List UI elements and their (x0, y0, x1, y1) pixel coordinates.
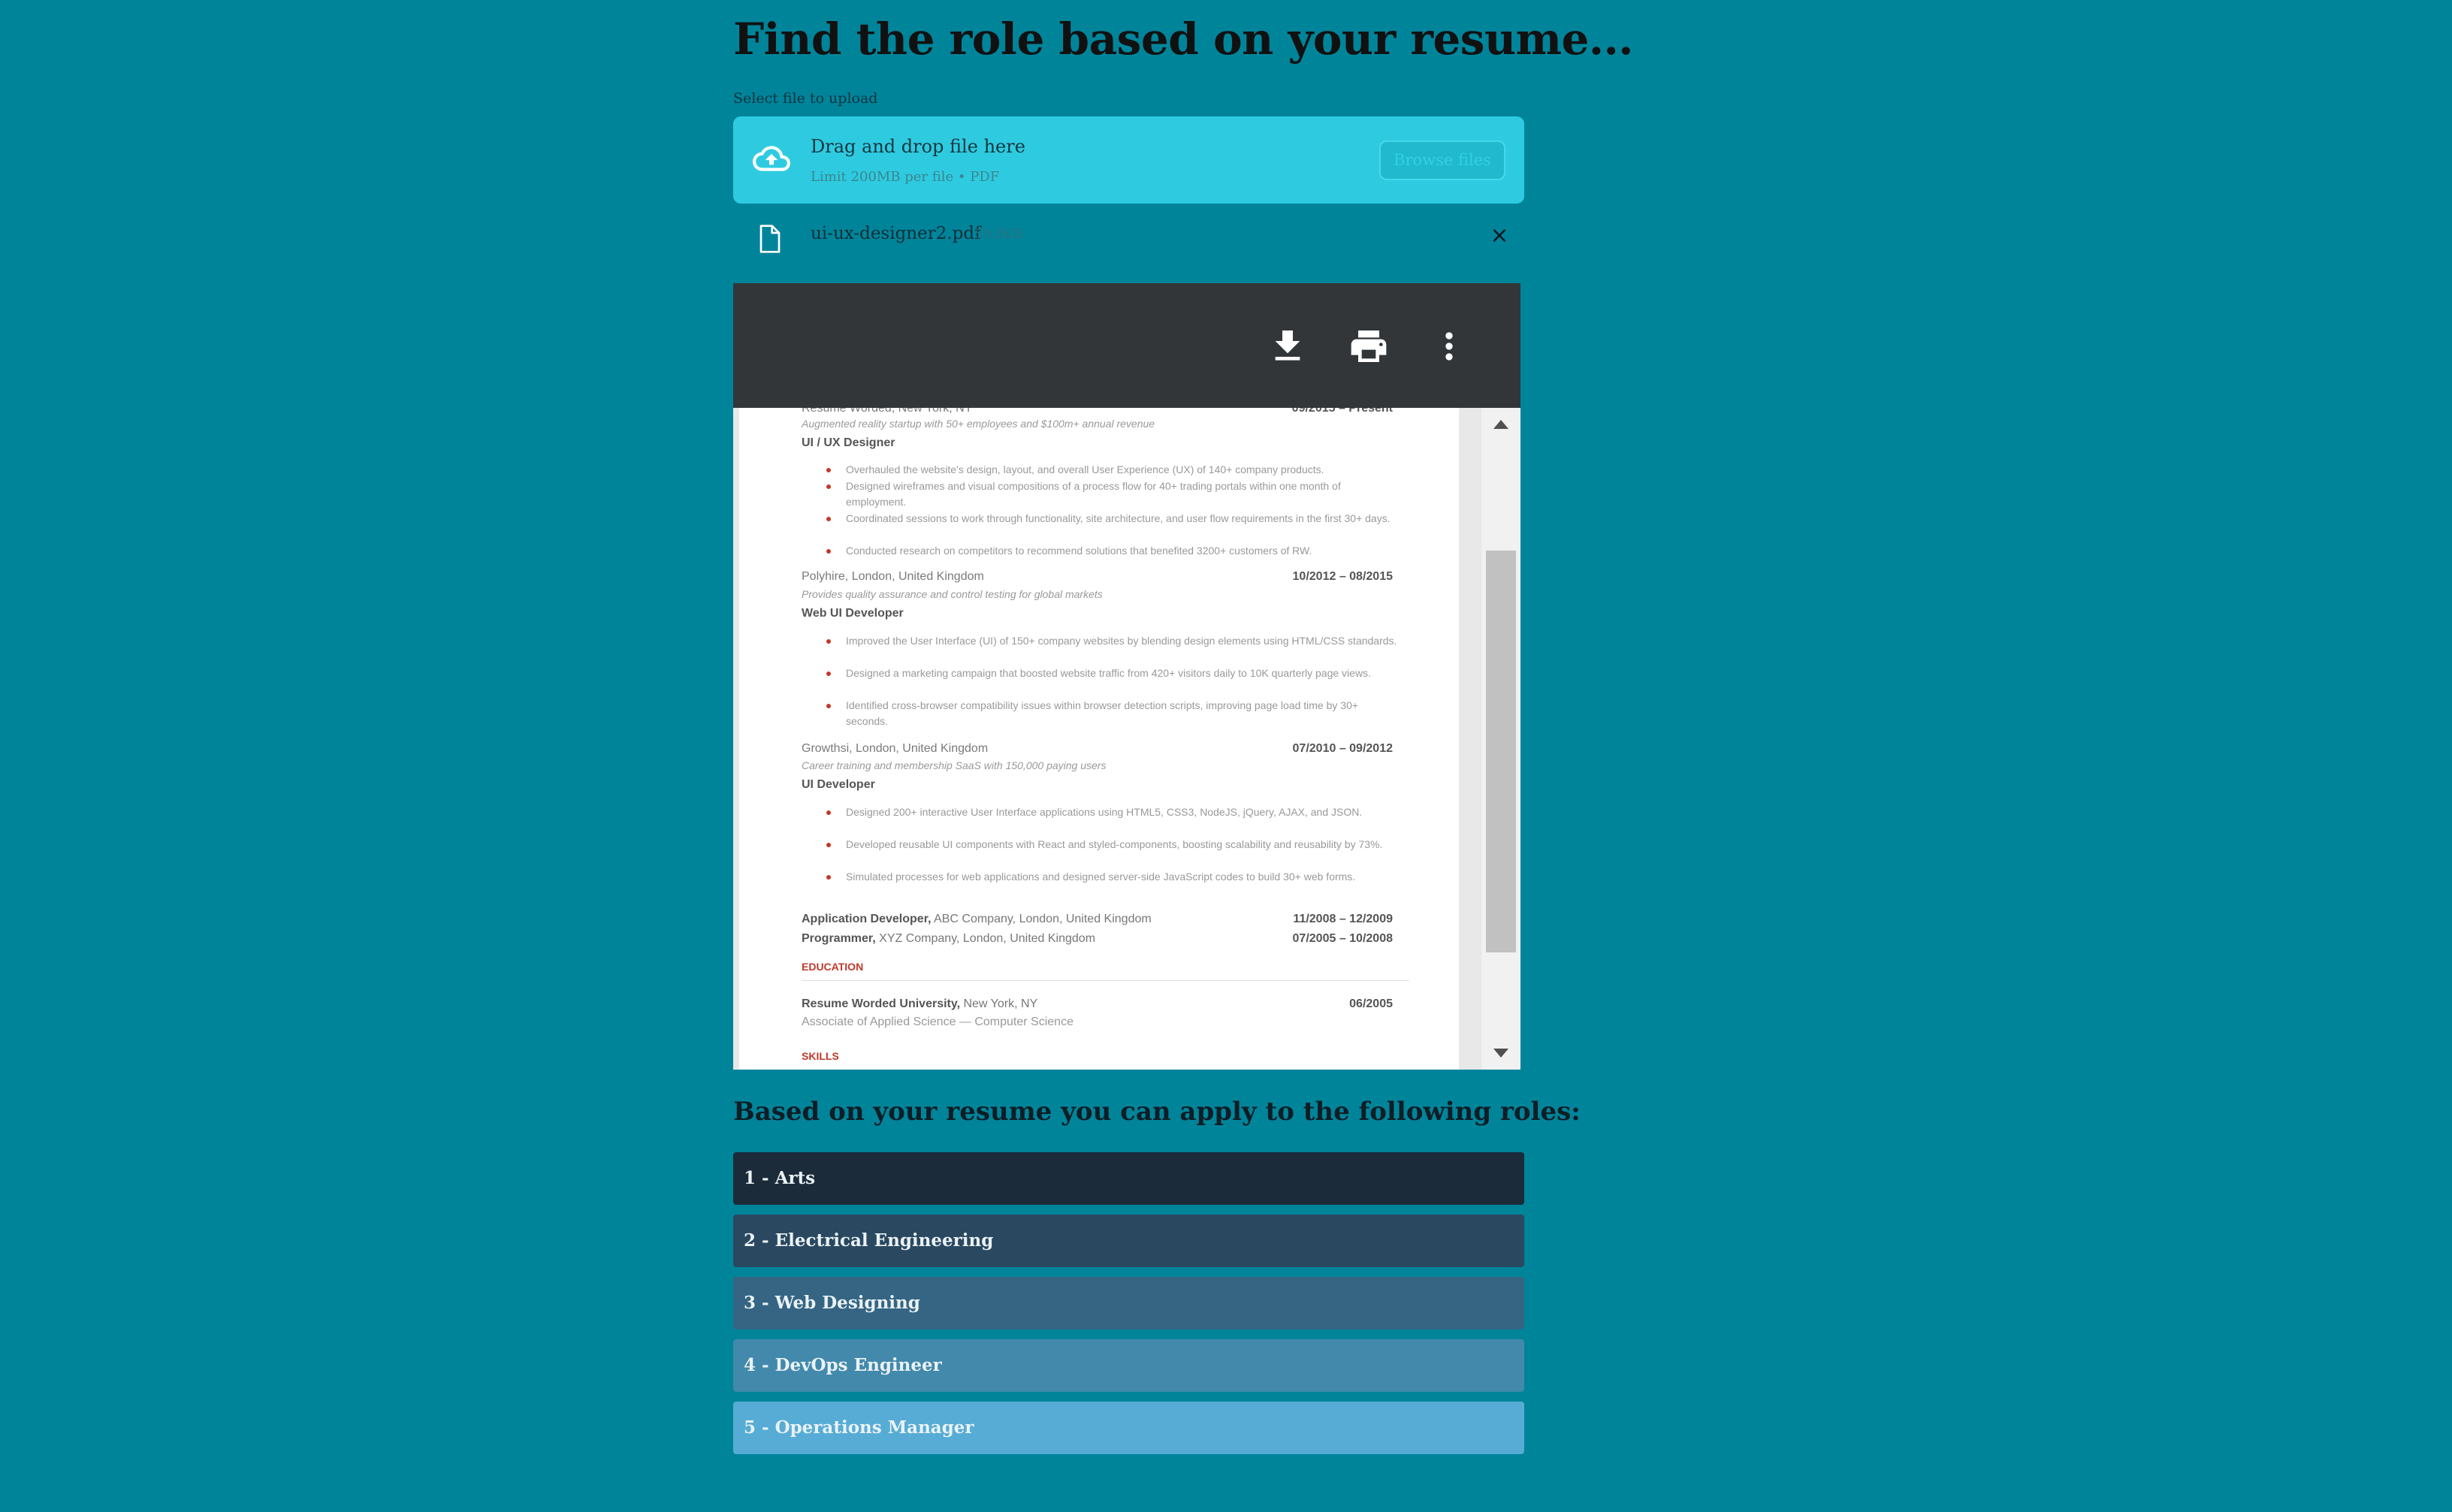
role-item-electrical-engineering[interactable]: 2 - Electrical Engineering (733, 1215, 1524, 1267)
scroll-up-arrow-icon[interactable] (1493, 420, 1508, 429)
scrollbar-thumb[interactable] (1486, 551, 1516, 952)
job-role: Web UI Developer (802, 607, 904, 620)
other-role-company: XYZ Company, London, United Kingdom (875, 932, 1096, 945)
job-description: Provides quality assurance and control t… (802, 588, 1103, 600)
uploaded-file-row: ui-ux-designer2.pdf 59.8KB × (733, 216, 1524, 261)
job-bullet: Identified cross-browser compatibility i… (826, 698, 1402, 729)
education-date: 06/2005 (1349, 997, 1393, 1010)
download-icon[interactable] (1267, 325, 1309, 367)
job-bullet: Developed reusable UI components with Re… (826, 837, 1402, 853)
other-role-title: Programmer, (802, 932, 876, 945)
job-company: Growthsi, London, United Kingdom (802, 742, 989, 755)
job-bullet: Designed wireframes and visual compositi… (826, 478, 1402, 510)
page-title: Find the role based on your resume... (733, 14, 1633, 65)
job-role: UI Developer (802, 778, 875, 791)
print-icon[interactable] (1348, 325, 1390, 367)
other-role-title: Application Developer, (802, 913, 932, 925)
roles-heading: Based on your resume you can apply to th… (733, 1097, 1581, 1127)
other-role-date: 07/2005 – 10/2008 (1292, 932, 1393, 945)
job-company: Polyhire, London, United Kingdom (802, 570, 984, 583)
section-divider (802, 980, 1409, 981)
other-role: Programmer, XYZ Company, London, United … (802, 932, 1095, 946)
job-bullet: Designed a marketing campaign that boost… (826, 665, 1402, 681)
job-bullet: Coordinated sessions to work through fun… (826, 511, 1402, 527)
education-entry: Resume Worded University, New York, NY (802, 997, 1037, 1011)
pdf-scrollbar[interactable] (1481, 408, 1520, 1070)
scroll-down-arrow-icon[interactable] (1493, 1049, 1508, 1058)
job-description: Career training and membership SaaS with… (802, 759, 1107, 771)
cloud-upload-icon (753, 146, 790, 171)
job-bullet: Overhauled the website's design, layout,… (826, 462, 1402, 478)
pdf-viewer: Resume Worded, New York, NY 09/2015 – Pr… (733, 283, 1520, 1070)
job-role: UI / UX Designer (802, 436, 895, 449)
upload-label: Select file to upload (733, 90, 878, 107)
browse-files-button[interactable]: Browse files (1379, 140, 1505, 180)
job-date: 10/2012 – 08/2015 (1292, 570, 1393, 583)
file-icon (759, 225, 781, 253)
education-location: New York, NY (960, 997, 1038, 1010)
other-role: Application Developer, ABC Company, Lond… (802, 913, 1152, 926)
job-bullet: Improved the User Interface (UI) of 150+… (826, 633, 1402, 649)
dropzone-title: Drag and drop file here (811, 136, 1025, 157)
other-role-company: ABC Company, London, United Kingdom (931, 913, 1152, 925)
job-date: 09/2015 – Present (1291, 408, 1393, 415)
dropzone-limit-text: Limit 200MB per file • PDF (811, 169, 1000, 185)
role-item-web-designing[interactable]: 3 - Web Designing (733, 1277, 1524, 1329)
job-date: 07/2010 – 09/2012 (1292, 742, 1393, 755)
education-school: Resume Worded University, (802, 997, 961, 1010)
other-role-date: 11/2008 – 12/2009 (1293, 913, 1393, 925)
pdf-viewer-toolbar (733, 283, 1520, 408)
uploaded-file-name: ui-ux-designer2.pdf (811, 224, 981, 243)
file-dropzone[interactable]: Drag and drop file here Limit 200MB per … (733, 116, 1524, 204)
job-bullet: Designed 200+ interactive User Interface… (826, 804, 1402, 820)
more-vert-icon[interactable] (1428, 325, 1470, 367)
uploaded-file-size: 59.8KB (975, 227, 1023, 242)
role-item-devops-engineer[interactable]: 4 - DevOps Engineer (733, 1339, 1524, 1392)
pdf-page: Resume Worded, New York, NY 09/2015 – Pr… (739, 408, 1459, 1070)
skills-heading: SKILLS (802, 1050, 839, 1062)
remove-file-button[interactable]: × (1484, 221, 1514, 251)
role-item-arts[interactable]: 1 - Arts (733, 1152, 1524, 1205)
education-heading: EDUCATION (802, 961, 864, 973)
job-bullet: Conducted research on competitors to rec… (826, 543, 1402, 559)
job-description: Augmented reality startup with 50+ emplo… (802, 418, 1155, 430)
job-bullet: Simulated processes for web applications… (826, 869, 1402, 885)
role-item-operations-manager[interactable]: 5 - Operations Manager (733, 1402, 1524, 1454)
job-company: Resume Worded, New York, NY (802, 408, 973, 415)
education-degree: Associate of Applied Science — Computer … (802, 1016, 1074, 1028)
